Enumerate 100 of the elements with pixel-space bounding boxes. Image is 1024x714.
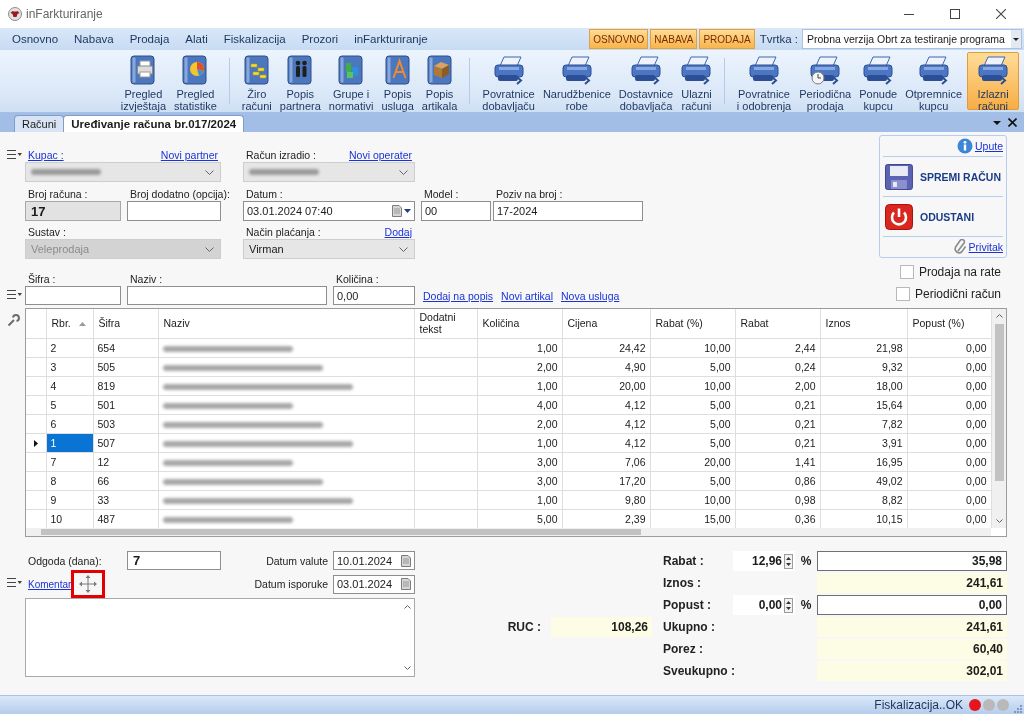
checkbox[interactable] bbox=[899, 265, 914, 279]
column-header[interactable]: Naziv bbox=[158, 309, 414, 338]
chevron-down-icon[interactable] bbox=[399, 246, 408, 252]
paperclip-icon[interactable] bbox=[953, 238, 967, 256]
label-link[interactable]: Kupac : bbox=[28, 148, 64, 161]
percent-spinner[interactable]: 12,96 bbox=[733, 551, 795, 571]
module-button[interactable]: OSNOVNO bbox=[589, 29, 649, 49]
menu-icon[interactable] bbox=[7, 578, 22, 587]
link[interactable]: Novi operater bbox=[348, 148, 412, 161]
scroll-up-icon[interactable] bbox=[995, 314, 1003, 318]
column-header[interactable]: Cijena bbox=[562, 309, 650, 338]
input-field[interactable] bbox=[127, 201, 221, 221]
ribbon-button[interactable]: Pregled izvještaja bbox=[117, 52, 169, 110]
spinner-arrows-icon[interactable] bbox=[784, 597, 793, 613]
date-field[interactable]: 03.01.2024 07:40 bbox=[243, 201, 415, 221]
move-icon[interactable] bbox=[79, 575, 98, 593]
calendar-icon[interactable] bbox=[401, 554, 411, 567]
column-header[interactable]: Popust (%) bbox=[907, 309, 991, 338]
menu-item[interactable]: inFarkturiranje bbox=[346, 33, 436, 45]
amount-field[interactable]: 0,00 bbox=[817, 595, 1007, 615]
scroll-up-icon[interactable] bbox=[403, 605, 411, 609]
checkbox[interactable] bbox=[895, 287, 910, 301]
ribbon-button[interactable]: Žiro računi bbox=[238, 52, 275, 110]
menu-item[interactable]: Prozori bbox=[293, 33, 347, 45]
calendar-icon[interactable] bbox=[401, 578, 411, 590]
menu-icon[interactable] bbox=[7, 290, 22, 299]
minimize-icon[interactable] bbox=[904, 13, 914, 15]
input-field[interactable]: 17-2024 bbox=[493, 201, 643, 221]
save-button[interactable]: SPREMI RAČUN bbox=[883, 157, 1003, 196]
scroll-down-icon[interactable] bbox=[403, 666, 411, 670]
input-field[interactable] bbox=[25, 286, 121, 305]
module-button[interactable]: PRODAJA bbox=[699, 29, 755, 49]
menu-item[interactable]: Prodaja bbox=[121, 33, 178, 45]
wrench-icon[interactable] bbox=[7, 314, 20, 327]
resize-grip-icon[interactable] bbox=[1013, 704, 1022, 713]
ribbon-button[interactable]: Pregled statistike bbox=[171, 52, 220, 110]
amount-field[interactable]: 35,98 bbox=[817, 551, 1007, 571]
link[interactable]: Nova usluga bbox=[561, 289, 620, 302]
date-field[interactable]: 10.01.2024 bbox=[333, 551, 415, 570]
comment-field[interactable] bbox=[25, 598, 415, 677]
ribbon-button[interactable]: Narudžbenice robe bbox=[539, 52, 614, 110]
column-header[interactable]: Šifra bbox=[93, 309, 158, 338]
percent-spinner[interactable]: 0,00 bbox=[733, 595, 795, 615]
input-field[interactable] bbox=[127, 286, 327, 305]
column-header[interactable]: Dodatni tekst bbox=[414, 309, 477, 338]
ribbon-button[interactable]: Izlazni računi bbox=[967, 52, 1019, 110]
ribbon-button[interactable]: Popis partnera bbox=[276, 52, 324, 110]
menu-item[interactable]: Alati bbox=[177, 33, 216, 45]
ribbon-button[interactable]: Ulazni računi bbox=[678, 52, 715, 110]
input-field[interactable]: 7 bbox=[127, 551, 221, 570]
tab[interactable]: Uređivanje računa br.017/2024 bbox=[63, 115, 245, 132]
maximize-icon[interactable] bbox=[950, 9, 960, 19]
link[interactable]: Dodaj bbox=[384, 225, 412, 238]
ribbon-button[interactable]: Otpremnice kupcu bbox=[902, 52, 965, 110]
scrollbar-thumb[interactable] bbox=[41, 529, 641, 535]
column-header[interactable]: Količina bbox=[477, 309, 562, 338]
menu-item[interactable]: Fiskalizacija bbox=[215, 33, 294, 45]
link[interactable]: Upute bbox=[974, 140, 1003, 152]
invoice-number-field[interactable]: 17 bbox=[25, 201, 121, 221]
link[interactable]: Komentar bbox=[28, 578, 72, 590]
info-icon[interactable] bbox=[956, 138, 973, 154]
close-icon[interactable] bbox=[1008, 118, 1017, 127]
module-button[interactable]: NABAVA bbox=[650, 29, 698, 49]
link[interactable]: Privitak bbox=[968, 241, 1003, 253]
cancel-button[interactable]: ODUSTANI bbox=[883, 197, 1003, 236]
company-dropdown[interactable]: Probna verzija Obrt za testiranje programa bbox=[802, 29, 1022, 49]
chevron-down-icon[interactable] bbox=[205, 169, 214, 175]
date-field[interactable]: 03.01.2024 bbox=[333, 574, 415, 594]
caret-icon[interactable] bbox=[404, 209, 411, 213]
tab[interactable]: Računi bbox=[14, 115, 65, 132]
menu-item[interactable]: Nabava bbox=[66, 33, 122, 45]
calendar-icon[interactable] bbox=[392, 205, 402, 217]
scroll-down-icon[interactable] bbox=[995, 519, 1003, 523]
link[interactable]: Novi artikal bbox=[501, 289, 553, 302]
operator-combo[interactable] bbox=[243, 162, 415, 182]
menu-icon[interactable] bbox=[7, 150, 22, 159]
chevron-down-icon[interactable] bbox=[399, 169, 408, 175]
ribbon-button[interactable]: Periodična prodaja bbox=[796, 52, 855, 110]
ribbon-button[interactable]: Dostavnice dobavljača bbox=[615, 52, 677, 110]
column-header[interactable]: Iznos bbox=[820, 309, 907, 338]
horizontal-scrollbar[interactable] bbox=[26, 528, 991, 536]
sort-arrow-icon[interactable] bbox=[78, 322, 86, 327]
column-header[interactable]: Rabat bbox=[735, 309, 820, 338]
close-icon[interactable] bbox=[996, 9, 1006, 19]
ribbon-button[interactable]: Povratnice i odobrenja bbox=[733, 52, 795, 110]
ribbon-button[interactable]: Povratnice dobavljaču bbox=[479, 52, 538, 110]
ribbon-button[interactable]: Grupe i normativi bbox=[325, 52, 377, 110]
ribbon-button[interactable]: Ponude kupcu bbox=[856, 52, 901, 110]
input-field[interactable]: 00 bbox=[421, 201, 491, 221]
payment-combo[interactable]: Virman bbox=[243, 239, 415, 259]
column-header[interactable]: Rbr. bbox=[46, 309, 93, 338]
column-header[interactable]: Rabat (%) bbox=[650, 309, 735, 338]
ribbon-button[interactable]: Popis artikala bbox=[418, 52, 461, 110]
menu-item[interactable]: Osnovno bbox=[4, 33, 67, 45]
input-field[interactable]: 0,00 bbox=[333, 286, 415, 305]
link[interactable]: Dodaj na popis bbox=[423, 289, 494, 302]
link[interactable]: Novi partner bbox=[160, 148, 218, 161]
scrollbar-thumb[interactable] bbox=[994, 324, 1004, 481]
spinner-arrows-icon[interactable] bbox=[784, 553, 793, 569]
ribbon-button[interactable]: Popis usluga bbox=[378, 52, 417, 110]
